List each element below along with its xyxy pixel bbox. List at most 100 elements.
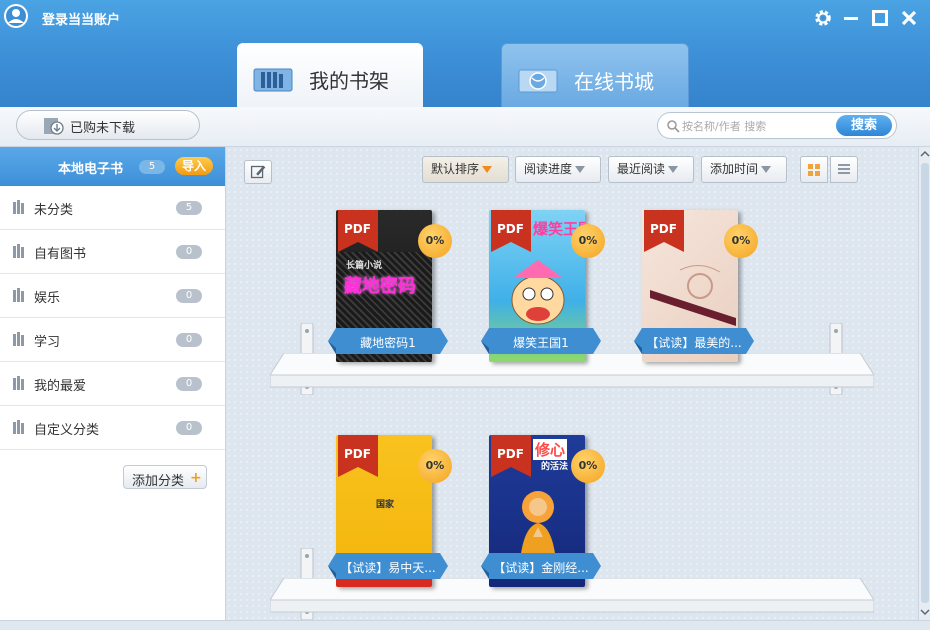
tab-label: 我的书架 bbox=[309, 69, 389, 93]
sort-arrow-icon bbox=[575, 166, 586, 173]
sort-label: 阅读进度 bbox=[524, 162, 573, 176]
cover-subtitle: 的活法 bbox=[541, 462, 569, 472]
sort-label: 最近阅读 bbox=[617, 162, 666, 176]
books-icon bbox=[13, 200, 24, 214]
books-icon bbox=[13, 332, 24, 346]
cover-illustration bbox=[650, 265, 736, 326]
book-item[interactable]: 爆笑王国 PDF 0% 爆笑王国1 bbox=[481, 210, 605, 362]
scroll-up-icon[interactable] bbox=[920, 149, 930, 159]
cover-title: 藏地密码 bbox=[344, 276, 416, 297]
sort-recent-button[interactable]: 最近阅读 bbox=[608, 156, 694, 183]
reading-progress-badge: 0% bbox=[571, 449, 605, 483]
maximize-icon[interactable] bbox=[869, 7, 891, 29]
status-bar bbox=[0, 620, 930, 630]
reading-progress-badge: 0% bbox=[571, 224, 605, 258]
local-ebooks-count: 5 bbox=[139, 160, 165, 174]
category-count: 0 bbox=[176, 377, 202, 391]
search-button[interactable]: 搜索 bbox=[836, 115, 892, 136]
books-icon bbox=[13, 420, 24, 434]
tab-online-store[interactable]: 在线书城 bbox=[501, 43, 689, 107]
grid-view-icon bbox=[808, 164, 820, 176]
sort-label: 默认排序 bbox=[431, 162, 480, 176]
reading-progress-badge: 0% bbox=[724, 224, 758, 258]
pdf-badge-label: PDF bbox=[497, 447, 524, 461]
book-item[interactable]: PDF 0% 【试读】最美的... bbox=[634, 210, 758, 362]
list-view-icon bbox=[838, 164, 850, 174]
books-icon bbox=[13, 376, 24, 390]
book-title: 爆笑王国1 bbox=[513, 336, 569, 350]
bookshelf-icon bbox=[253, 68, 293, 92]
pdf-badge-label: PDF bbox=[497, 222, 524, 236]
book-item[interactable]: 长篇小说 藏地密码 PDF 0% 藏地密码1 bbox=[328, 210, 452, 362]
book-title: 【试读】金刚经... bbox=[493, 561, 589, 575]
category-label: 自定义分类 bbox=[34, 423, 100, 438]
purchased-not-downloaded-button[interactable]: 已购未下载 bbox=[16, 110, 200, 140]
close-icon[interactable] bbox=[898, 7, 920, 29]
category-uncategorized[interactable]: 未分类 5 bbox=[0, 186, 225, 230]
local-ebooks-header[interactable]: 本地电子书 5 导入 bbox=[0, 147, 225, 186]
add-category-button[interactable]: 添加分类 + bbox=[123, 465, 207, 489]
cover-title: 修心 bbox=[533, 439, 568, 460]
toolbar: 已购未下载 搜索 bbox=[0, 107, 930, 147]
pdf-badge-label: PDF bbox=[344, 447, 371, 461]
book-item[interactable]: 国家 PDF 0% 【试读】易中天... bbox=[328, 435, 452, 587]
category-favorites[interactable]: 我的最爱 0 bbox=[0, 362, 225, 406]
reading-progress-badge: 0% bbox=[418, 449, 452, 483]
sort-default-button[interactable]: 默认排序 bbox=[422, 156, 509, 183]
book-item[interactable]: 修心 的活法 PDF 0% 【试读】金刚经... bbox=[481, 435, 605, 587]
sort-arrow-icon bbox=[482, 166, 493, 173]
sort-progress-button[interactable]: 阅读进度 bbox=[515, 156, 601, 183]
login-link[interactable]: 登录当当账户 bbox=[42, 9, 120, 28]
category-label: 自有图书 bbox=[34, 247, 87, 262]
category-count: 5 bbox=[176, 201, 202, 215]
import-button[interactable]: 导入 bbox=[175, 157, 213, 175]
plus-icon: + bbox=[190, 470, 202, 486]
book-title: 【试读】易中天... bbox=[340, 561, 436, 575]
book-title: 藏地密码1 bbox=[360, 336, 416, 350]
search-input[interactable] bbox=[682, 117, 832, 135]
sort-added-button[interactable]: 添加时间 bbox=[701, 156, 787, 183]
pdf-badge-label: PDF bbox=[650, 222, 677, 236]
tab-my-bookshelf[interactable]: 我的书架 bbox=[237, 43, 423, 109]
category-custom[interactable]: 自定义分类 0 bbox=[0, 406, 225, 450]
scroll-down-icon[interactable] bbox=[920, 607, 930, 617]
download-book-icon bbox=[44, 118, 64, 135]
search-box: 搜索 bbox=[657, 112, 897, 139]
book-title: 【试读】最美的... bbox=[646, 336, 742, 350]
category-label: 娱乐 bbox=[34, 291, 61, 306]
tab-label: 在线书城 bbox=[574, 70, 654, 94]
list-view-button[interactable] bbox=[830, 156, 858, 183]
gear-icon[interactable] bbox=[812, 7, 834, 29]
edit-icon[interactable] bbox=[244, 160, 272, 184]
category-count: 0 bbox=[176, 333, 202, 347]
pdf-badge-label: PDF bbox=[344, 222, 371, 236]
category-count: 0 bbox=[176, 289, 202, 303]
search-icon bbox=[667, 120, 680, 133]
grid-view-button[interactable] bbox=[800, 156, 828, 183]
globe-icon bbox=[518, 69, 558, 93]
sidebar: 本地电子书 5 导入 未分类 5 自有图书 0 娱乐 0 学习 0 我的最爱 0… bbox=[0, 147, 226, 620]
books-icon bbox=[13, 288, 24, 302]
bookshelf-area: 默认排序 阅读进度 最近阅读 添加时间 长篇小说 藏地密码 PDF 0% 藏地密… bbox=[226, 147, 918, 620]
category-label: 未分类 bbox=[34, 203, 74, 218]
minimize-icon[interactable] bbox=[840, 7, 862, 29]
category-count: 0 bbox=[176, 421, 202, 435]
cartoon-illustration bbox=[511, 260, 565, 325]
category-study[interactable]: 学习 0 bbox=[0, 318, 225, 362]
user-avatar-icon[interactable] bbox=[3, 3, 29, 29]
books-icon bbox=[13, 244, 24, 258]
category-label: 学习 bbox=[34, 335, 61, 350]
title-bar: 登录当当账户 我的书架 在线书城 bbox=[0, 0, 930, 109]
add-category-label: 添加分类 bbox=[132, 474, 185, 489]
scrollbar-thumb[interactable] bbox=[921, 163, 929, 603]
category-own-books[interactable]: 自有图书 0 bbox=[0, 230, 225, 274]
category-count: 0 bbox=[176, 245, 202, 259]
sort-label: 添加时间 bbox=[710, 162, 759, 176]
sort-arrow-icon bbox=[761, 166, 772, 173]
category-entertainment[interactable]: 娱乐 0 bbox=[0, 274, 225, 318]
category-label: 我的最爱 bbox=[34, 379, 87, 394]
local-ebooks-label: 本地电子书 bbox=[58, 162, 124, 177]
cover-title: 国家 bbox=[376, 500, 395, 510]
vertical-scrollbar[interactable] bbox=[918, 147, 930, 620]
cover-subtitle: 长篇小说 bbox=[346, 261, 383, 271]
